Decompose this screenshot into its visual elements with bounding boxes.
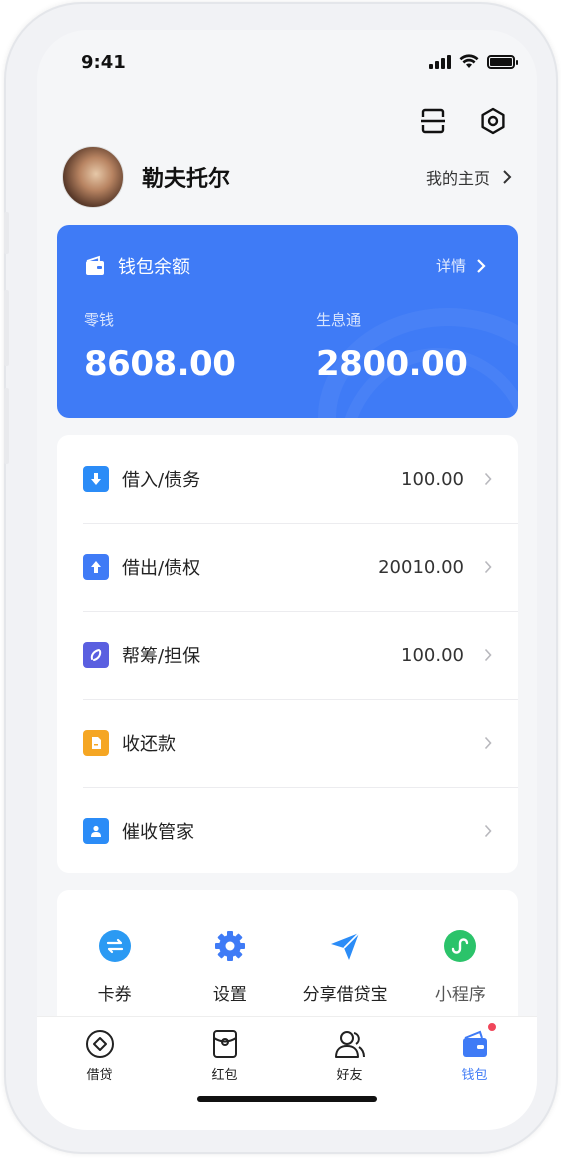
wallet-icon: [86, 255, 104, 275]
screen: 9:41 勒夫托尔 我的主页 钱包余额 详情 零钱 8608.00 生息通 28…: [37, 30, 537, 1130]
tab-label: 钱包: [461, 1068, 488, 1083]
exchange-icon: [97, 928, 133, 964]
shortcut-mini-program[interactable]: 小程序: [403, 928, 518, 1030]
shortcut-label: 分享借贷宝: [302, 985, 388, 1005]
list-item-label: 收还款: [122, 734, 176, 755]
change-value: 8608.00: [84, 344, 236, 384]
notification-badge: [486, 1022, 497, 1032]
tab-loan[interactable]: 借贷: [37, 1028, 162, 1083]
list-item-repayment[interactable]: 收还款: [57, 699, 518, 787]
shortcut-share[interactable]: 分享借贷宝: [288, 928, 403, 1030]
signal-icon: [429, 54, 451, 69]
interest-label: 生息通: [316, 311, 362, 329]
phone-frame: 9:41 勒夫托尔 我的主页 钱包余额 详情 零钱 8608.00 生息通 28…: [4, 2, 558, 1154]
balance-detail-label: 详情: [435, 257, 466, 275]
home-indicator: [197, 1096, 377, 1102]
interest-balance[interactable]: 生息通 2800.00: [316, 309, 468, 384]
list-item-collection[interactable]: 催收管家: [57, 787, 518, 873]
tab-friends[interactable]: 好友: [287, 1028, 412, 1083]
shortcut-label: 设置: [212, 985, 247, 1005]
my-homepage-link[interactable]: 我的主页: [426, 165, 512, 189]
chevron-right-icon: [482, 648, 494, 662]
list-item-label: 借出/债权: [122, 558, 201, 579]
shortcut-settings[interactable]: 设置: [172, 928, 287, 1030]
mute-switch: [4, 212, 9, 254]
chevron-right-icon: [482, 560, 494, 574]
status-icons: [429, 54, 518, 69]
red-packet-icon: [209, 1028, 241, 1060]
friends-icon: [334, 1028, 366, 1060]
loan-icon: [84, 1028, 116, 1060]
tab-red-packet[interactable]: 红包: [162, 1028, 287, 1083]
interest-value: 2800.00: [316, 344, 468, 384]
list-item-value: 20010.00: [378, 556, 464, 578]
tab-label: 红包: [211, 1068, 238, 1083]
list-item-fundraise[interactable]: 帮筹/担保 100.00: [57, 611, 518, 699]
list-item-value: 100.00: [401, 468, 464, 490]
wallet-balance-title: 钱包余额: [118, 257, 190, 278]
chevron-right-icon: [482, 736, 494, 750]
list-item-value: 100.00: [401, 644, 464, 666]
shortcut-panel: 卡券 设置 分享借贷宝 小程序: [57, 890, 518, 1030]
my-homepage-label: 我的主页: [425, 169, 490, 188]
chevron-right-icon: [503, 170, 512, 184]
scan-icon[interactable]: [417, 105, 449, 137]
mini-program-icon: [442, 928, 478, 964]
profile-name: 勒夫托尔: [142, 167, 231, 192]
tab-bar: 借贷 红包 好友 钱包: [37, 1016, 537, 1130]
profile-header: 勒夫托尔 我的主页: [62, 145, 512, 209]
battery-icon: [487, 54, 518, 69]
gear-icon: [212, 928, 248, 964]
document-icon: [83, 730, 109, 756]
change-balance[interactable]: 零钱 8608.00: [84, 309, 236, 384]
tab-wallet[interactable]: 钱包: [412, 1022, 537, 1083]
tab-label: 借贷: [86, 1068, 113, 1083]
chevron-right-icon: [477, 258, 486, 273]
volume-up-button: [4, 290, 9, 366]
balance-detail-link[interactable]: 详情: [436, 255, 486, 276]
shortcut-label: 小程序: [434, 985, 486, 1005]
wifi-icon: [459, 54, 479, 68]
settings-hex-icon[interactable]: [477, 105, 509, 137]
wallet-icon: [459, 1022, 497, 1060]
list-item-label: 帮筹/担保: [122, 646, 201, 667]
shortcut-label: 卡券: [97, 985, 132, 1005]
list-item-borrow-in[interactable]: 借入/债务 100.00: [57, 435, 518, 523]
wallet-balance-card[interactable]: 钱包余额 详情 零钱 8608.00 生息通 2800.00: [57, 225, 518, 418]
avatar[interactable]: [62, 146, 124, 208]
person-badge-icon: [83, 818, 109, 844]
list-item-lend-out[interactable]: 借出/债权 20010.00: [57, 523, 518, 611]
swirl-icon: [83, 642, 109, 668]
chevron-right-icon: [482, 824, 494, 838]
download-icon: [83, 466, 109, 492]
change-label: 零钱: [84, 311, 115, 329]
shortcut-coupons[interactable]: 卡券: [57, 928, 172, 1030]
upload-icon: [83, 554, 109, 580]
tab-label: 好友: [336, 1068, 363, 1083]
list-item-label: 催收管家: [122, 822, 194, 843]
volume-down-button: [4, 388, 9, 464]
chevron-right-icon: [482, 472, 494, 486]
list-item-label: 借入/债务: [122, 470, 201, 491]
finance-list: 借入/债务 100.00 借出/债权 20010.00 帮筹/担保 100.00: [57, 435, 518, 873]
send-icon: [327, 928, 363, 964]
status-time: 9:41: [81, 52, 126, 73]
